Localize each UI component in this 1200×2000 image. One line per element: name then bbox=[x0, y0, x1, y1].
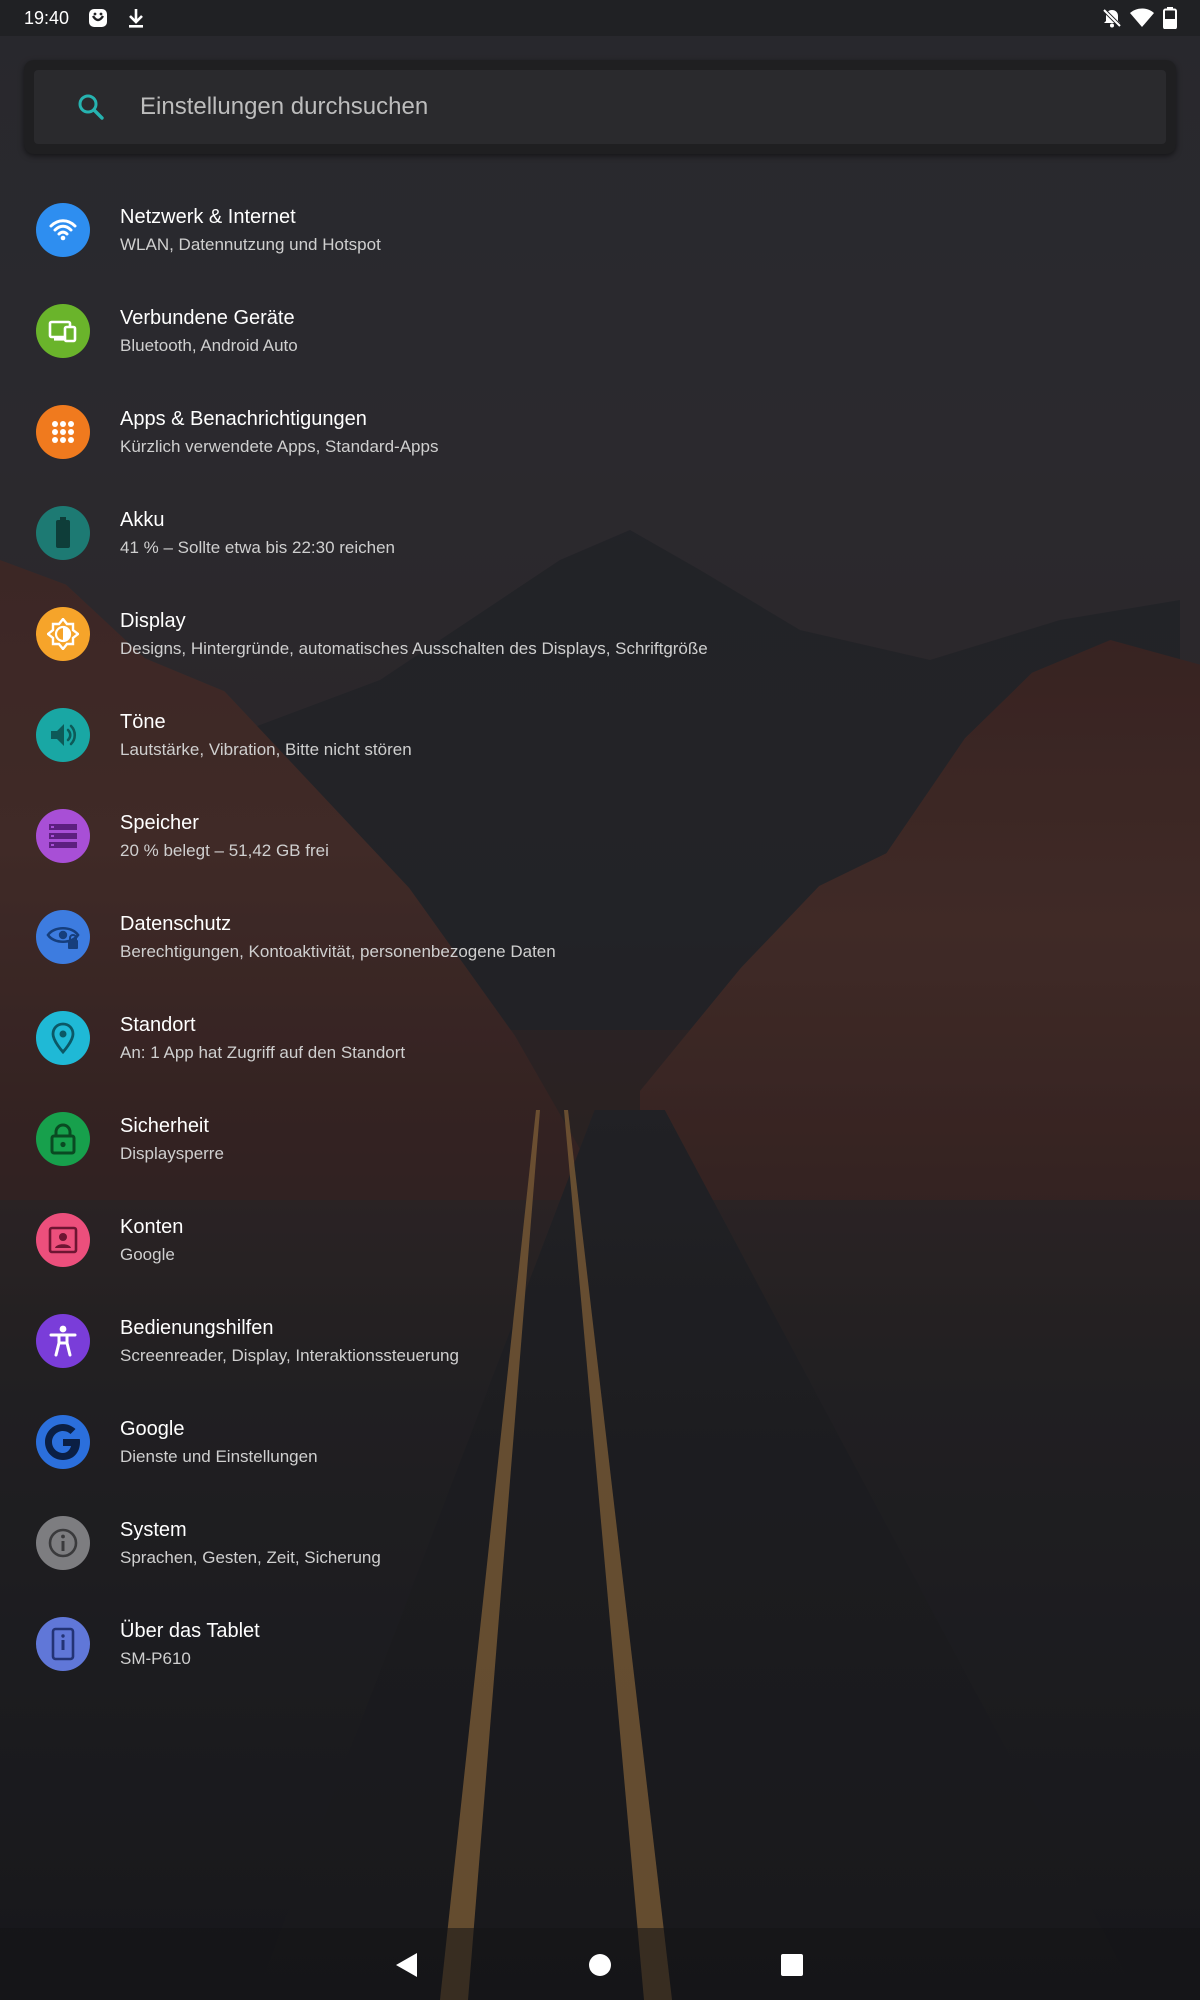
settings-item-title: Konten bbox=[120, 1216, 184, 1238]
info-icon bbox=[36, 1516, 90, 1570]
navigation-bar bbox=[0, 1928, 1200, 2000]
volume-icon bbox=[36, 708, 90, 762]
tablet-icon bbox=[36, 1617, 90, 1671]
settings-item-sound[interactable]: Töne Lautstärke, Vibration, Bitte nicht … bbox=[0, 685, 1200, 786]
settings-item-accessibility[interactable]: Bedienungshilfen Screenreader, Display, … bbox=[0, 1291, 1200, 1392]
search-icon bbox=[74, 90, 108, 124]
privacy-eye-icon bbox=[36, 910, 90, 964]
settings-item-about-tablet[interactable]: Über das Tablet SM-P610 bbox=[0, 1594, 1200, 1695]
accessibility-icon bbox=[36, 1314, 90, 1368]
settings-item-summary: 20 % belegt – 51,42 GB frei bbox=[120, 841, 329, 860]
status-bar: 19:40 bbox=[0, 0, 1200, 36]
settings-item-title: System bbox=[120, 1519, 187, 1541]
settings-item-location[interactable]: Standort An: 1 App hat Zugriff auf den S… bbox=[0, 988, 1200, 1089]
settings-item-summary: Screenreader, Display, Interaktionssteue… bbox=[120, 1346, 459, 1365]
battery-icon bbox=[1158, 6, 1182, 30]
wifi-icon bbox=[36, 203, 90, 257]
settings-item-accounts[interactable]: Konten Google bbox=[0, 1190, 1200, 1291]
settings-item-summary: Berechtigungen, Kontoaktivität, personen… bbox=[120, 942, 556, 961]
notification-app-icon bbox=[86, 6, 110, 30]
settings-item-title: Speicher bbox=[120, 812, 199, 834]
wifi-icon bbox=[1130, 6, 1154, 30]
back-icon[interactable] bbox=[392, 1950, 422, 1980]
search-field[interactable] bbox=[34, 70, 1166, 144]
recents-icon[interactable] bbox=[777, 1950, 807, 1980]
settings-item-title: Töne bbox=[120, 711, 166, 733]
settings-item-title: Google bbox=[120, 1418, 185, 1440]
settings-item-google[interactable]: Google Dienste und Einstellungen bbox=[0, 1392, 1200, 1493]
settings-item-summary: Lautstärke, Vibration, Bitte nicht störe… bbox=[120, 740, 412, 759]
connected-devices-icon bbox=[36, 304, 90, 358]
battery-icon bbox=[36, 506, 90, 560]
settings-item-title: Über das Tablet bbox=[120, 1620, 260, 1642]
brightness-icon bbox=[36, 607, 90, 661]
settings-item-title: Display bbox=[120, 610, 186, 632]
location-pin-icon bbox=[36, 1011, 90, 1065]
settings-item-summary: 41 % – Sollte etwa bis 22:30 reichen bbox=[120, 538, 396, 557]
download-icon bbox=[124, 6, 148, 30]
settings-item-summary: Google bbox=[120, 1245, 175, 1264]
settings-item-summary: Dienste und Einstellungen bbox=[120, 1447, 318, 1466]
do-not-disturb-off-icon bbox=[1100, 6, 1124, 30]
settings-item-summary: Displaysperre bbox=[120, 1144, 224, 1163]
settings-item-summary: SM-P610 bbox=[120, 1649, 191, 1668]
settings-item-title: Datenschutz bbox=[120, 913, 232, 935]
settings-item-summary: Designs, Hintergründe, automatisches Aus… bbox=[120, 639, 708, 658]
google-g-icon bbox=[36, 1415, 90, 1469]
settings-item-summary: Bluetooth, Android Auto bbox=[120, 336, 298, 355]
settings-item-summary: WLAN, Datennutzung und Hotspot bbox=[120, 235, 381, 254]
home-icon[interactable] bbox=[585, 1950, 615, 1980]
settings-item-storage[interactable]: Speicher 20 % belegt – 51,42 GB frei bbox=[0, 786, 1200, 887]
storage-icon bbox=[36, 809, 90, 863]
account-icon bbox=[36, 1213, 90, 1267]
settings-list: Netzwerk & Internet WLAN, Datennutzung u… bbox=[0, 180, 1200, 1695]
settings-item-summary: Sprachen, Gesten, Zeit, Sicherung bbox=[120, 1548, 381, 1567]
settings-item-title: Apps & Benachrichtigungen bbox=[120, 408, 367, 430]
settings-item-title: Standort bbox=[120, 1014, 196, 1036]
settings-item-privacy[interactable]: Datenschutz Berechtigungen, Kontoaktivit… bbox=[0, 887, 1200, 988]
apps-grid-icon bbox=[36, 405, 90, 459]
settings-item-network[interactable]: Netzwerk & Internet WLAN, Datennutzung u… bbox=[0, 180, 1200, 281]
settings-item-title: Netzwerk & Internet bbox=[120, 206, 296, 228]
settings-item-security[interactable]: Sicherheit Displaysperre bbox=[0, 1089, 1200, 1190]
settings-item-apps[interactable]: Apps & Benachrichtigungen Kürzlich verwe… bbox=[0, 382, 1200, 483]
settings-item-title: Verbundene Geräte bbox=[120, 307, 295, 329]
settings-item-connected-devices[interactable]: Verbundene Geräte Bluetooth, Android Aut… bbox=[0, 281, 1200, 382]
settings-item-summary: Kürzlich verwendete Apps, Standard-Apps bbox=[120, 437, 439, 456]
settings-item-title: Sicherheit bbox=[120, 1115, 209, 1137]
search-input[interactable] bbox=[138, 92, 1042, 122]
settings-item-title: Akku bbox=[120, 509, 165, 531]
search-bar[interactable] bbox=[24, 60, 1176, 154]
lock-icon bbox=[36, 1112, 90, 1166]
settings-item-system[interactable]: System Sprachen, Gesten, Zeit, Sicherung bbox=[0, 1493, 1200, 1594]
settings-item-summary: An: 1 App hat Zugriff auf den Standort bbox=[120, 1043, 406, 1062]
settings-item-battery[interactable]: Akku 41 % – Sollte etwa bis 22:30 reiche… bbox=[0, 483, 1200, 584]
status-time: 19:40 bbox=[24, 8, 70, 28]
settings-item-title: Bedienungshilfen bbox=[120, 1317, 274, 1339]
settings-item-display[interactable]: Display Designs, Hintergründe, automatis… bbox=[0, 584, 1200, 685]
